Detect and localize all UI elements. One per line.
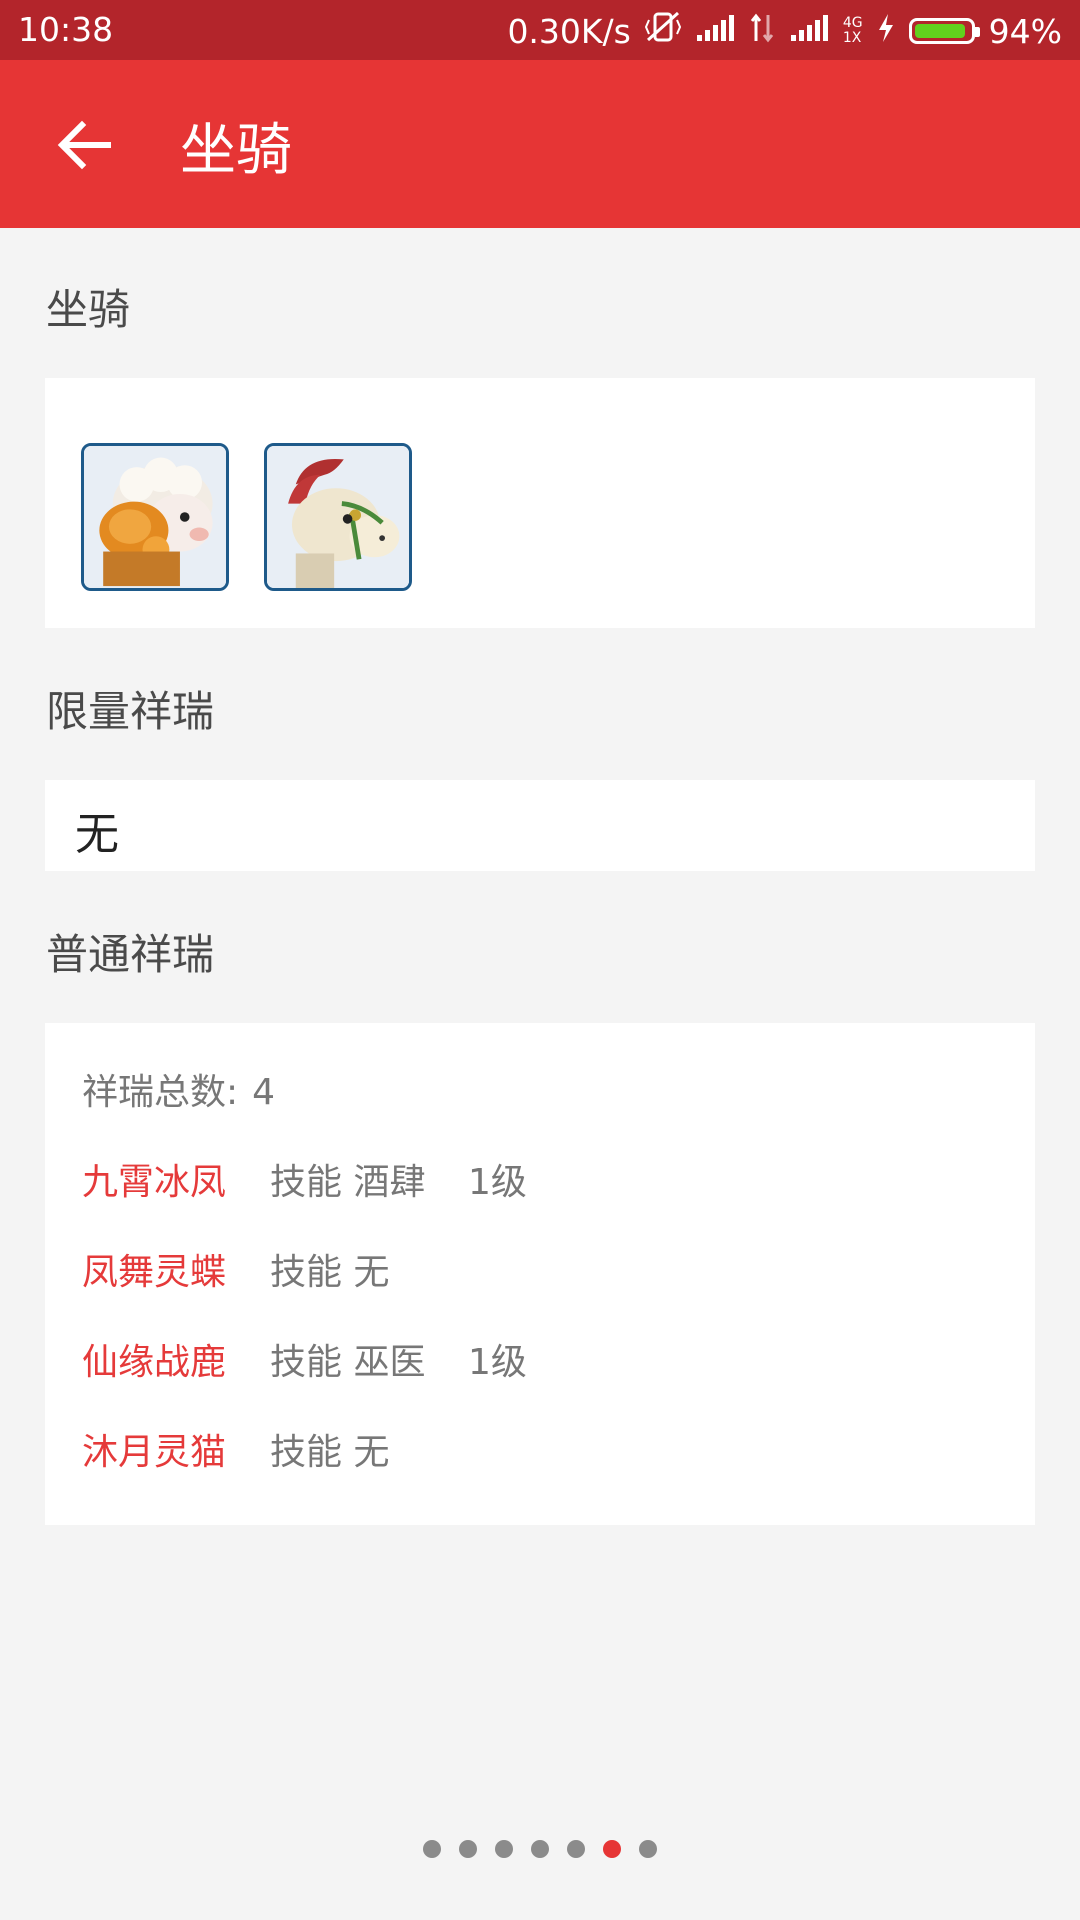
limited-section-title: 限量祥瑞 <box>46 687 215 736</box>
page-dot[interactable] <box>639 1840 657 1858</box>
signal-4g-icon <box>789 12 829 51</box>
page-dot-active[interactable] <box>603 1840 621 1858</box>
page-indicator[interactable] <box>0 1840 1080 1858</box>
battery-percent: 94% <box>988 11 1062 51</box>
pet-name: 九霄冰凤 <box>82 1162 227 1203</box>
page-dot[interactable] <box>567 1840 585 1858</box>
pet-skill: 技能 无 <box>270 1432 390 1473</box>
status-icons: 0.30K/s 4G 1X 94% <box>507 10 1062 52</box>
limited-value: 无 <box>75 809 119 860</box>
signal-icon <box>695 12 735 51</box>
back-arrow-icon[interactable] <box>50 110 120 180</box>
status-time: 10:38 <box>18 10 114 49</box>
app-toolbar: 坐骑 <box>0 60 1080 228</box>
page-dot[interactable] <box>423 1840 441 1858</box>
horse-mount-icon[interactable] <box>264 443 412 591</box>
total-value: 4 <box>252 1072 276 1113</box>
pet-level: 1级 <box>468 1162 527 1203</box>
status-bar: 10:38 0.30K/s 4G 1X 94% <box>0 0 1080 60</box>
pet-name: 仙缘战鹿 <box>82 1342 227 1383</box>
total-row: 祥瑞总数: 4 <box>82 1063 275 1115</box>
page-dot[interactable] <box>495 1840 513 1858</box>
mount-section-title: 坐骑 <box>46 285 131 334</box>
page-title: 坐骑 <box>180 118 292 183</box>
sheep-mount-icon[interactable] <box>81 443 229 591</box>
net-speed: 0.30K/s <box>507 11 631 51</box>
network-type: 4G 1X <box>842 15 863 46</box>
pet-skill: 技能 酒肆 <box>270 1162 426 1203</box>
page-dot[interactable] <box>531 1840 549 1858</box>
pet-level: 1级 <box>468 1342 527 1383</box>
data-transfer-icon <box>749 12 775 51</box>
pet-name: 沐月灵猫 <box>82 1432 227 1473</box>
vibrate-off-icon <box>644 10 681 52</box>
pet-skill: 技能 巫医 <box>270 1342 426 1383</box>
battery-level <box>914 24 966 38</box>
total-label: 祥瑞总数: <box>82 1072 239 1113</box>
pet-skill: 技能 无 <box>270 1252 390 1293</box>
charging-icon <box>877 12 895 51</box>
limited-card <box>45 780 1035 871</box>
battery-icon <box>908 18 980 44</box>
normal-section-title: 普通祥瑞 <box>46 930 215 979</box>
pet-name: 凤舞灵蝶 <box>82 1252 227 1293</box>
page-dot[interactable] <box>459 1840 477 1858</box>
